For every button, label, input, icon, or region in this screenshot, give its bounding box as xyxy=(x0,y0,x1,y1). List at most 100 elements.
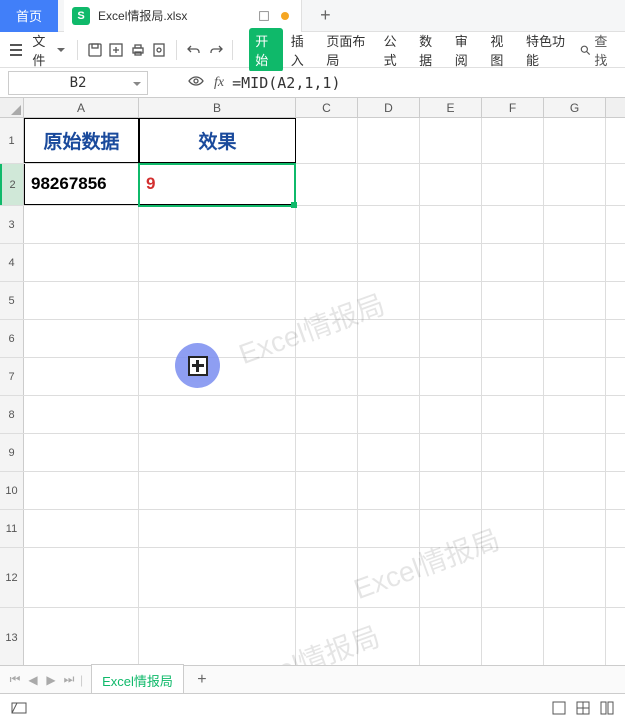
cell[interactable] xyxy=(296,282,358,319)
cell[interactable] xyxy=(544,244,606,281)
cell[interactable] xyxy=(544,396,606,433)
cell[interactable] xyxy=(420,244,482,281)
cell[interactable] xyxy=(296,358,358,395)
col-header-F[interactable]: F xyxy=(482,98,544,117)
cell[interactable] xyxy=(420,358,482,395)
col-header-C[interactable]: C xyxy=(296,98,358,117)
cell[interactable] xyxy=(296,118,358,163)
cell[interactable] xyxy=(139,206,296,243)
cell[interactable] xyxy=(420,164,482,205)
cell[interactable] xyxy=(544,434,606,471)
row-header[interactable]: 13 xyxy=(0,608,24,667)
select-all-triangle[interactable] xyxy=(0,98,24,117)
cell[interactable] xyxy=(358,396,420,433)
cell[interactable] xyxy=(482,206,544,243)
cell[interactable] xyxy=(24,434,139,471)
cell[interactable] xyxy=(24,244,139,281)
sheet-nav-next-icon[interactable]: ▶ xyxy=(42,671,60,689)
cell[interactable] xyxy=(358,358,420,395)
cell[interactable] xyxy=(358,282,420,319)
col-header-B[interactable]: B xyxy=(139,98,296,117)
cell[interactable] xyxy=(482,510,544,547)
cell[interactable] xyxy=(296,206,358,243)
file-menu[interactable]: 文件 xyxy=(28,31,69,69)
row-header[interactable]: 6 xyxy=(0,320,24,357)
cell[interactable] xyxy=(139,282,296,319)
col-header-D[interactable]: D xyxy=(358,98,420,117)
row-header[interactable]: 9 xyxy=(0,434,24,471)
cell[interactable] xyxy=(544,472,606,509)
print-icon[interactable] xyxy=(129,40,147,60)
cell[interactable] xyxy=(482,118,544,163)
cell[interactable] xyxy=(482,164,544,205)
cell[interactable] xyxy=(544,548,606,607)
cell-A2[interactable]: 98267856 xyxy=(24,164,139,205)
cell[interactable] xyxy=(139,510,296,547)
row-header[interactable]: 5 xyxy=(0,282,24,319)
print-preview-icon[interactable] xyxy=(151,40,169,60)
cell[interactable] xyxy=(139,434,296,471)
cell[interactable] xyxy=(358,320,420,357)
sheet-nav-prev-icon[interactable]: ◀ xyxy=(24,671,42,689)
cell[interactable] xyxy=(358,434,420,471)
view-normal-icon[interactable] xyxy=(551,700,567,716)
spreadsheet-grid[interactable]: A B C D E F G 1 原始数据 效果 2 98267856 9 3 4… xyxy=(0,98,625,674)
cell[interactable] xyxy=(358,118,420,163)
save-icon[interactable] xyxy=(86,40,104,60)
row-header[interactable]: 7 xyxy=(0,358,24,395)
cell[interactable] xyxy=(139,608,296,667)
cell[interactable] xyxy=(420,472,482,509)
view-page-icon[interactable] xyxy=(599,700,615,716)
cell[interactable] xyxy=(420,608,482,667)
cell[interactable] xyxy=(296,472,358,509)
redo-icon[interactable] xyxy=(207,40,225,60)
cell[interactable] xyxy=(544,358,606,395)
undo-icon[interactable] xyxy=(185,40,203,60)
row-header[interactable]: 3 xyxy=(0,206,24,243)
cell[interactable] xyxy=(420,434,482,471)
cell[interactable] xyxy=(358,510,420,547)
row-header[interactable]: 11 xyxy=(0,510,24,547)
ribbon-tab-formula[interactable]: 公式 xyxy=(378,27,412,73)
row-header[interactable]: 10 xyxy=(0,472,24,509)
ribbon-tab-page-layout[interactable]: 页面布局 xyxy=(320,27,375,73)
cell[interactable] xyxy=(24,282,139,319)
cell[interactable] xyxy=(420,282,482,319)
cell[interactable] xyxy=(544,320,606,357)
add-sheet-button[interactable]: + xyxy=(190,668,214,692)
cell[interactable] xyxy=(139,396,296,433)
cell[interactable] xyxy=(24,320,139,357)
cell[interactable] xyxy=(358,608,420,667)
row-header[interactable]: 8 xyxy=(0,396,24,433)
cell[interactable] xyxy=(420,510,482,547)
home-tab[interactable]: 首页 xyxy=(0,0,58,32)
find-button[interactable]: 查找 xyxy=(579,31,617,69)
cell[interactable] xyxy=(544,510,606,547)
ribbon-tab-review[interactable]: 审阅 xyxy=(449,27,483,73)
cell[interactable] xyxy=(482,396,544,433)
cell[interactable] xyxy=(296,608,358,667)
view-grid-icon[interactable] xyxy=(575,700,591,716)
cell[interactable] xyxy=(296,434,358,471)
cell[interactable] xyxy=(358,206,420,243)
cell[interactable] xyxy=(420,320,482,357)
row-header-2[interactable]: 2 xyxy=(0,164,24,205)
cell[interactable] xyxy=(482,320,544,357)
fx-icon[interactable]: fx xyxy=(214,75,224,91)
cell[interactable] xyxy=(296,320,358,357)
sheet-nav-first-icon[interactable]: ⏮ xyxy=(6,671,24,689)
ribbon-tab-data[interactable]: 数据 xyxy=(413,27,447,73)
ribbon-tab-start[interactable]: 开始 xyxy=(249,28,283,72)
ribbon-tab-view[interactable]: 视图 xyxy=(484,27,518,73)
col-header-G[interactable]: G xyxy=(544,98,606,117)
cell-B1[interactable]: 效果 xyxy=(139,118,296,163)
col-header-E[interactable]: E xyxy=(420,98,482,117)
cell[interactable] xyxy=(24,472,139,509)
cell[interactable] xyxy=(24,358,139,395)
cell[interactable] xyxy=(544,164,606,205)
cell[interactable] xyxy=(24,206,139,243)
cell[interactable] xyxy=(296,244,358,281)
cell[interactable] xyxy=(296,396,358,433)
cell[interactable] xyxy=(482,282,544,319)
cell[interactable] xyxy=(482,548,544,607)
